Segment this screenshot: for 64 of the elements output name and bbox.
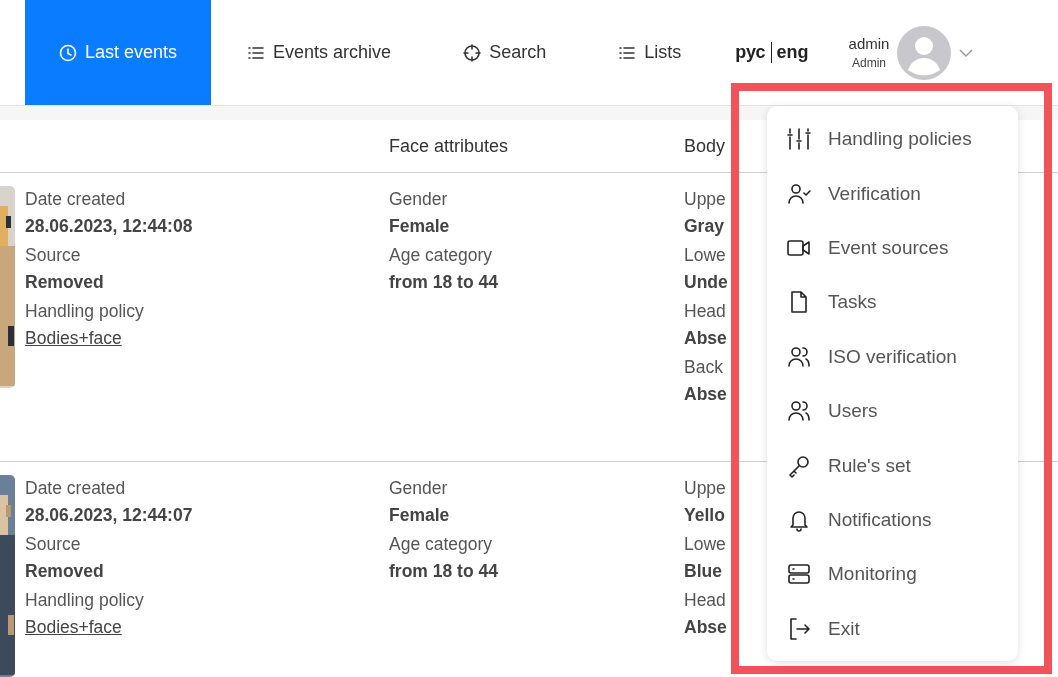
menu-item[interactable]: Users [767,383,1018,439]
users-icon [786,399,812,424]
field-label: Handling policy [25,589,144,612]
menu-item[interactable]: Exit [767,601,1018,656]
avatar-icon[interactable] [897,25,952,80]
field-label: Back [684,356,723,379]
menu-item[interactable]: Handling policies [767,112,1018,167]
user-check-icon [786,181,812,206]
key-icon [786,453,812,478]
menu-item[interactable]: Verification [767,166,1018,221]
field-value: Yello [684,504,725,527]
sliders-icon [786,127,812,152]
clock-icon [59,43,77,62]
field-label: Handling policy [25,300,144,323]
field-value: Gray [684,215,724,238]
field-value: Unde [684,271,728,294]
policy-link[interactable]: Bodies+face [25,614,122,641]
field-label: Source [25,533,81,556]
field-label: Uppe [684,188,726,211]
field-value: Removed [25,271,104,294]
field-label: Gender [389,477,448,500]
field-value: from 18 to 44 [389,271,498,294]
field-label: Age category [389,533,493,556]
nav-tab[interactable]: Lists [582,0,718,105]
policy-link[interactable]: Bodies+face [25,325,122,352]
chevron-down-icon[interactable] [959,48,974,57]
field-value: Female [389,504,450,527]
field-label: Head [684,300,726,323]
nav-tab[interactable]: Search [427,0,583,105]
field-value: from 18 to 44 [389,560,498,583]
field-value: Abse [684,616,727,639]
users-icon [786,344,812,369]
field-value: Removed [25,560,104,583]
field-label: Uppe [684,477,726,500]
field-label: Date created [25,188,126,211]
field-label: Age category [389,244,493,267]
crosshair-icon [463,43,482,62]
field-value: Abse [684,383,727,406]
field-label: Head [684,589,726,612]
menu-item[interactable]: Event sources [767,220,1018,276]
language-option[interactable]: рус [735,42,772,63]
language-option[interactable]: eng [776,42,809,63]
column-header: Face attributes [389,135,509,157]
menu-item[interactable]: Monitoring [767,547,1018,602]
nav-tab[interactable]: Events archive [211,0,428,105]
field-label: Source [25,244,81,267]
field-label: Gender [389,188,448,211]
field-value: Blue [684,560,722,583]
field-value: 28.06.2023, 12:44:08 [25,215,193,238]
menu-item[interactable]: ISO verification [767,329,1018,384]
field-value: 28.06.2023, 12:44:07 [25,504,193,527]
user-role: Admin [851,56,886,70]
user-name: admin [848,35,890,52]
field-label: Lowe [684,244,726,267]
column-header: Body [684,135,726,157]
menu-item[interactable]: Tasks [767,275,1018,330]
field-value: Abse [684,327,727,350]
field-label: Date created [25,477,126,500]
nav-tab[interactable]: Last events [25,0,212,105]
menu-item[interactable]: Rule's set [767,438,1018,493]
menu-item[interactable]: Notifications [767,492,1018,548]
field-value: Female [389,215,450,238]
field-label: Lowe [684,533,726,556]
server-icon [786,562,812,587]
